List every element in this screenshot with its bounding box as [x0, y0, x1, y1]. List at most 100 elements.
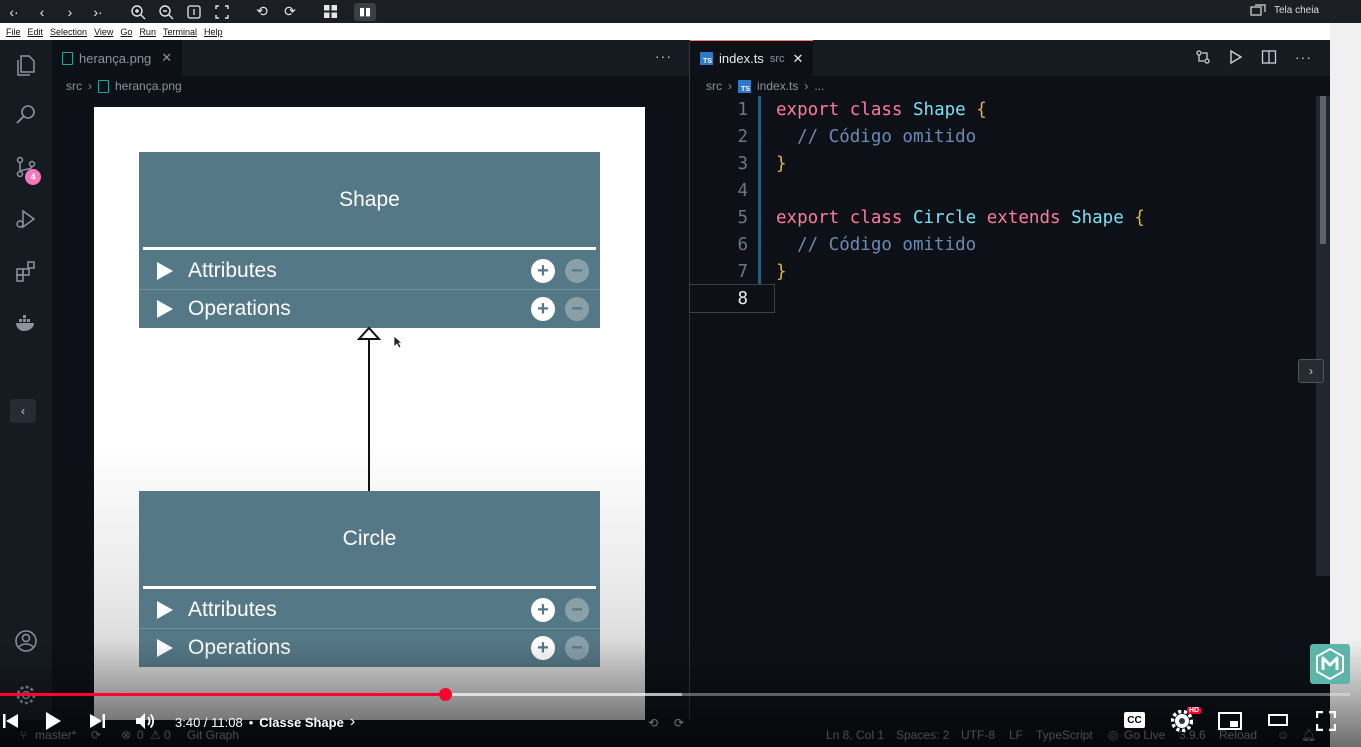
close-icon[interactable]: ✕: [161, 50, 172, 66]
progress-scrubber[interactable]: [438, 688, 452, 701]
error-icon: ⊗: [121, 728, 132, 742]
menu-terminal[interactable]: Terminal: [163, 27, 197, 37]
zoom-out-icon[interactable]: [152, 0, 180, 23]
close-icon[interactable]: ✕: [792, 51, 803, 67]
back-icon[interactable]: ‹: [28, 0, 56, 23]
step-back-icon[interactable]: ‹·: [0, 0, 28, 23]
captions-button[interactable]: CC: [1124, 712, 1145, 728]
language-mode[interactable]: TypeScript: [1036, 728, 1093, 742]
uml-row-label: Operations: [188, 636, 291, 659]
line-number: 1: [737, 99, 748, 120]
plus-circle-icon: +: [531, 598, 555, 622]
previous-icon[interactable]: [2, 709, 20, 733]
collapse-left-icon[interactable]: ‹: [10, 399, 36, 423]
menu-go[interactable]: Go: [120, 27, 132, 37]
extensions-icon[interactable]: [13, 258, 39, 284]
tab-index-ts[interactable]: TS index.ts src ✕: [690, 40, 814, 76]
indent-guide: [758, 150, 761, 177]
miniplayer-icon[interactable]: [1218, 709, 1242, 733]
mouse-cursor-icon: [393, 335, 403, 349]
eol[interactable]: LF: [1009, 728, 1023, 742]
code-line: 1 export class Shape {: [690, 96, 1330, 123]
m-logo-icon: [1316, 647, 1344, 681]
search-icon[interactable]: [13, 102, 39, 128]
menu-run[interactable]: Run: [139, 27, 156, 37]
uml-class-circle: Circle Attributes + − Operations + −: [139, 491, 600, 667]
menu-selection[interactable]: Selection: [50, 27, 87, 37]
right-tab-bar: TS index.ts src ✕ ···: [690, 40, 1330, 76]
forward-icon[interactable]: ›: [56, 0, 84, 23]
breadcrumb-src[interactable]: src: [66, 79, 82, 93]
line-number: 4: [737, 180, 748, 201]
indent-guide: [758, 177, 761, 204]
fast-forward-icon[interactable]: ⟳: [669, 713, 689, 733]
more-actions-icon[interactable]: ···: [655, 48, 672, 64]
editor-actions: ···: [1195, 49, 1312, 68]
theater-mode-icon[interactable]: [1268, 709, 1288, 733]
code-text: }: [776, 261, 787, 282]
pause-icon[interactable]: ▮▮: [354, 2, 376, 21]
breadcrumb-src[interactable]: src: [706, 79, 722, 93]
typescript-file-icon: TS: [738, 79, 751, 93]
channel-logo[interactable]: [1310, 644, 1350, 684]
typescript-file-icon: TS: [700, 52, 713, 65]
warning-count[interactable]: 0: [164, 728, 171, 742]
explorer-icon[interactable]: [13, 52, 39, 78]
breadcrumb-tail[interactable]: ...: [814, 79, 824, 93]
right-editor-group: TS index.ts src ✕ ··· src › TS index.ts …: [689, 40, 1330, 720]
rotate-right-icon[interactable]: ⟳: [276, 0, 304, 23]
fit-icon[interactable]: [208, 0, 236, 23]
activity-bar: 4 ‹: [0, 40, 52, 720]
menu-help[interactable]: Help: [204, 27, 223, 37]
expand-triangle-icon: [157, 639, 173, 657]
scrollbar-thumb[interactable]: [1320, 96, 1326, 244]
breadcrumb-file[interactable]: index.ts: [757, 79, 798, 93]
run-icon[interactable]: [1229, 49, 1243, 68]
more-actions-icon[interactable]: ···: [1295, 49, 1312, 68]
code-editor[interactable]: 1 export class Shape { 2 // Código omiti…: [689, 96, 1330, 313]
fullscreen-toggle[interactable]: Tela cheia: [1250, 4, 1319, 16]
grid-icon[interactable]: [316, 0, 344, 23]
compare-changes-icon[interactable]: [1195, 49, 1211, 68]
line-number: 3: [737, 153, 748, 174]
actual-size-icon[interactable]: [180, 0, 208, 23]
go-live-button[interactable]: Go Live: [1124, 728, 1165, 742]
uml-class-title: Circle: [342, 527, 397, 550]
time-separator: •: [248, 714, 254, 730]
account-icon[interactable]: [13, 628, 39, 654]
code-text: // Código omitido: [797, 126, 977, 147]
fullscreen-icon[interactable]: [1316, 709, 1336, 733]
docker-icon[interactable]: [13, 310, 39, 336]
chevron-right-icon[interactable]: ›: [350, 713, 355, 731]
code-line: 4: [690, 177, 1330, 204]
cursor-position[interactable]: Ln 8, Col 1: [826, 728, 884, 742]
step-forward-icon[interactable]: ›·: [84, 0, 112, 23]
left-tab-bar: herança.png ✕ ···: [52, 40, 689, 76]
window-edge: [1330, 23, 1361, 747]
code-line: 7 }: [690, 258, 1330, 285]
next-icon[interactable]: [88, 709, 106, 733]
indent-guide: [758, 258, 761, 285]
code-text: export class Circle extends Shape {: [776, 207, 1145, 228]
rewind-icon[interactable]: ⟲: [643, 713, 663, 733]
split-editor-icon[interactable]: [1261, 49, 1277, 68]
source-control-badge: 4: [25, 169, 41, 185]
rotate-left-icon[interactable]: ⟲: [248, 0, 276, 23]
menu-file[interactable]: File: [6, 27, 21, 37]
bell-icon[interactable]: 🔔︎: [1301, 728, 1316, 742]
zoom-in-icon[interactable]: [124, 0, 152, 23]
play-icon[interactable]: [44, 709, 62, 733]
code-line: 6 // Código omitido: [690, 231, 1330, 258]
breadcrumb-file[interactable]: herança.png: [115, 79, 182, 93]
indentation[interactable]: Spaces: 2: [896, 728, 949, 742]
volume-icon[interactable]: [134, 709, 156, 733]
collapse-right-icon[interactable]: ›: [1298, 359, 1324, 383]
branch-icon: ⑂: [20, 728, 28, 742]
menu-view[interactable]: View: [94, 27, 113, 37]
encoding[interactable]: UTF-8: [961, 728, 995, 742]
chapter-title[interactable]: Classe Shape: [259, 715, 344, 730]
menu-edit[interactable]: Edit: [28, 27, 44, 37]
run-debug-icon[interactable]: [13, 206, 39, 232]
tab-heranca-png[interactable]: herança.png ✕: [52, 40, 183, 76]
code-text: export class Shape {: [776, 99, 987, 120]
